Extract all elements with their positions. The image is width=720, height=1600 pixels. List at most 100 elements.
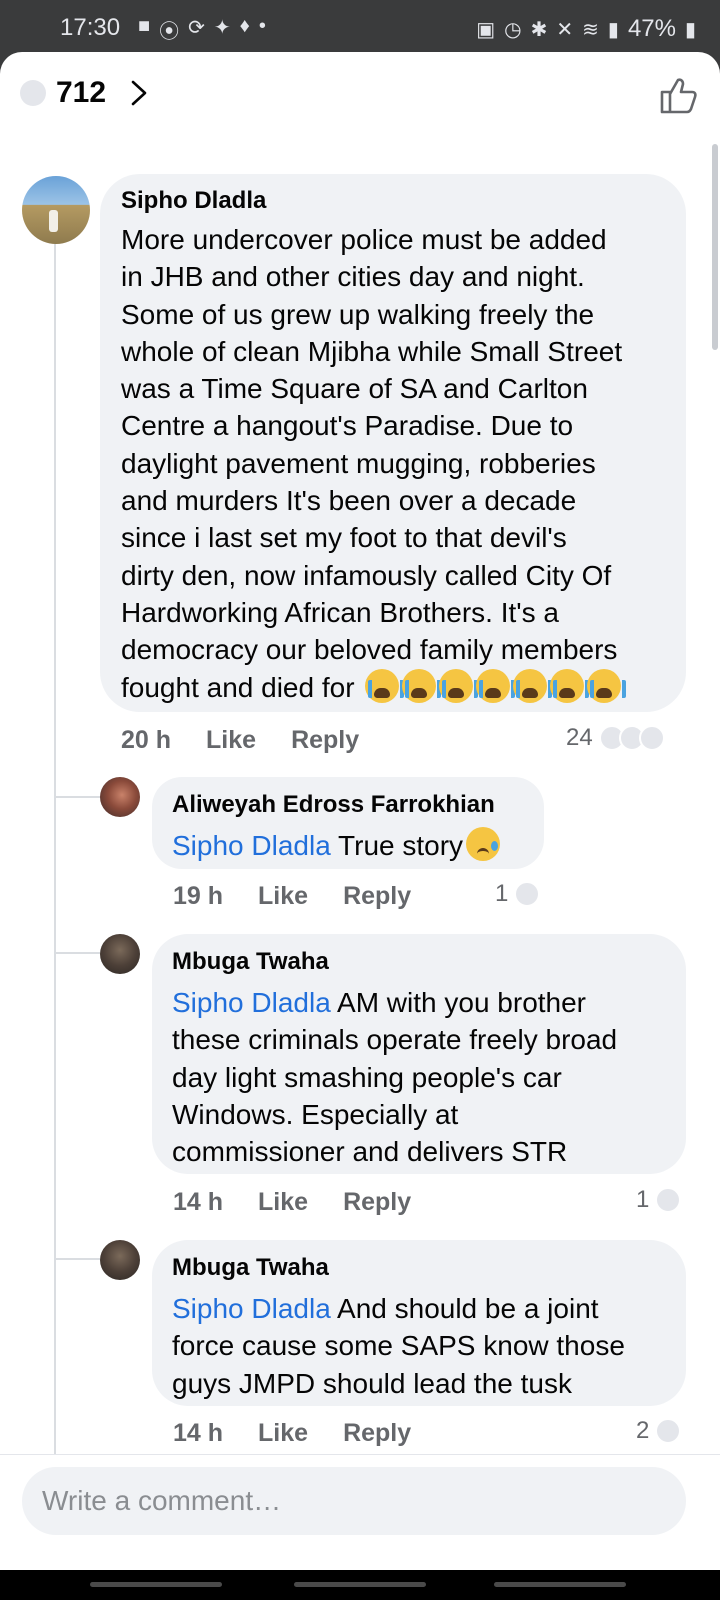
avatar[interactable] bbox=[100, 1240, 140, 1280]
comment-line-last: fought and died for bbox=[121, 668, 627, 706]
comment-time[interactable]: 20 h bbox=[121, 726, 171, 755]
reaction-icon bbox=[20, 80, 46, 106]
like-thumb-icon[interactable] bbox=[658, 74, 700, 116]
crying-emoji-icon bbox=[402, 668, 442, 703]
dot-icon: • bbox=[258, 15, 266, 37]
reaction-count[interactable]: 712 bbox=[56, 76, 106, 110]
comment-line: fought and died for bbox=[121, 671, 355, 703]
chevron-right-icon[interactable] bbox=[124, 78, 154, 108]
lock-icon: ▣ bbox=[476, 18, 496, 41]
reaction-summary[interactable]: 2 bbox=[636, 1417, 682, 1445]
crying-emoji-icon bbox=[587, 668, 627, 703]
reaction-summary[interactable]: 24 bbox=[566, 724, 665, 752]
battery-percent: 47% bbox=[627, 15, 676, 42]
comment-line: and murders It's been over a decade bbox=[121, 485, 577, 517]
reply-button[interactable]: Reply bbox=[291, 726, 359, 755]
status-bar: 17:30 ■ ⦿ ⟳ ✦ ♦ • ▣ ◷ ✱ ✕ ≋ ▮ 47% ▮ bbox=[0, 0, 720, 54]
reply-line: Sipho Dladla And should be a joint bbox=[172, 1290, 625, 1327]
avatar[interactable] bbox=[100, 777, 140, 817]
reaction-count: 1 bbox=[495, 880, 509, 907]
reply-actions: 14 h Like Reply bbox=[173, 1188, 446, 1217]
comment-text: More undercover police must be added in … bbox=[121, 221, 627, 706]
like-button[interactable]: Like bbox=[258, 1188, 308, 1217]
comment-line: in JHB and other cities day and night. bbox=[121, 261, 585, 293]
facebook-icon: ⦿ bbox=[159, 21, 180, 43]
reaction-icon bbox=[514, 881, 541, 907]
reaction-icon bbox=[638, 725, 665, 751]
comment-line: Hardworking African Brothers. It's a bbox=[121, 596, 559, 628]
reply-line: Sipho Dladla True story bbox=[172, 827, 501, 864]
reply-button[interactable]: Reply bbox=[343, 882, 411, 911]
avatar[interactable] bbox=[22, 176, 90, 244]
signal-icon: ▮ bbox=[607, 18, 619, 41]
reply-author[interactable]: Aliweyah Edross Farrokhian bbox=[172, 791, 495, 819]
crying-emoji-icon bbox=[513, 668, 553, 703]
reply-author[interactable]: Mbuga Twaha bbox=[172, 1254, 329, 1282]
reply-bubble: Mbuga Twaha Sipho Dladla And should be a… bbox=[152, 1240, 686, 1406]
status-system-icons: ▣ ◷ ✱ ✕ ≋ ▮ 47% ▮ bbox=[476, 15, 696, 43]
thread-branch bbox=[54, 1258, 100, 1260]
crying-emoji-icon bbox=[550, 668, 590, 703]
comments-sheet: 712 Sipho Dladla More undercover police … bbox=[0, 52, 720, 1570]
reply-time[interactable]: 14 h bbox=[173, 1188, 223, 1217]
thread-branch bbox=[54, 952, 100, 954]
comment-line: since i last set my foot to that devil's bbox=[121, 522, 567, 554]
reply-author[interactable]: Mbuga Twaha bbox=[172, 948, 329, 976]
reply-text: Sipho Dladla True story bbox=[172, 827, 501, 864]
like-button[interactable]: Like bbox=[258, 882, 308, 911]
like-button[interactable]: Like bbox=[258, 1419, 308, 1448]
back-button[interactable] bbox=[494, 1582, 626, 1587]
system-nav-bar bbox=[0, 1570, 720, 1600]
reply-line: Sipho Dladla AM with you brother bbox=[172, 984, 617, 1021]
reply-text: Sipho Dladla And should be a joint force… bbox=[172, 1290, 625, 1402]
wifi-icon: ≋ bbox=[582, 18, 599, 41]
comment-composer bbox=[0, 1454, 720, 1570]
reply-text: Sipho Dladla AM with you brother these c… bbox=[172, 984, 617, 1170]
reply-bubble: Mbuga Twaha Sipho Dladla AM with you bro… bbox=[152, 934, 686, 1174]
reaction-count: 24 bbox=[566, 724, 593, 751]
avatar[interactable] bbox=[100, 934, 140, 974]
reply-time[interactable]: 19 h bbox=[173, 882, 223, 911]
reaction-icon bbox=[655, 1418, 682, 1444]
comment-input[interactable] bbox=[22, 1467, 686, 1535]
reaction-icon bbox=[655, 1187, 682, 1213]
reply-actions: 14 h Like Reply bbox=[173, 1419, 446, 1448]
thread-branch bbox=[54, 796, 100, 798]
recents-button[interactable] bbox=[90, 1582, 222, 1587]
comment-line: More undercover police must be added bbox=[121, 224, 607, 255]
reaction-count: 1 bbox=[636, 1186, 650, 1213]
battery-icon: ▮ bbox=[684, 18, 696, 41]
reaction-count: 2 bbox=[636, 1417, 650, 1444]
reply-line: day light smashing people's car bbox=[172, 1061, 562, 1093]
mention-link[interactable]: Sipho Dladla bbox=[172, 830, 331, 861]
mute-icon: ✕ bbox=[556, 18, 574, 41]
comment-actions: 20 h Like Reply bbox=[121, 726, 394, 755]
comment-line: Some of us grew up walking freely the bbox=[121, 298, 595, 330]
home-button[interactable] bbox=[294, 1582, 426, 1587]
reply-line: Windows. Especially at bbox=[172, 1098, 459, 1130]
reply-time[interactable]: 14 h bbox=[173, 1419, 223, 1448]
status-time: 17:30 bbox=[60, 14, 121, 41]
reply-line: force cause some SAPS know those bbox=[172, 1330, 625, 1362]
reply-button[interactable]: Reply bbox=[343, 1419, 411, 1448]
sync-icon: ⟳ bbox=[188, 17, 205, 39]
comment-line: Centre a hangout's Paradise. Due to bbox=[121, 410, 574, 442]
comment-line: dirty den, now infamously called City Of bbox=[121, 559, 612, 591]
comment-line: daylight pavement mugging, robberies bbox=[121, 447, 596, 479]
alarm-icon: ◷ bbox=[504, 18, 522, 41]
crying-emoji-icon bbox=[439, 668, 479, 703]
sad-tear-emoji-icon bbox=[466, 827, 501, 861]
comment-author[interactable]: Sipho Dladla bbox=[121, 187, 266, 215]
scrollbar[interactable] bbox=[712, 144, 718, 350]
comment-bubble: Sipho Dladla More undercover police must… bbox=[100, 174, 686, 712]
mention-link[interactable]: Sipho Dladla bbox=[172, 987, 331, 1018]
crying-emoji-icon bbox=[476, 668, 516, 703]
comment-line: was a Time Square of SA and Carlton bbox=[121, 373, 588, 405]
mention-link[interactable]: Sipho Dladla bbox=[172, 1293, 331, 1324]
reply-bubble: Aliweyah Edross Farrokhian Sipho Dladla … bbox=[152, 777, 544, 869]
like-button[interactable]: Like bbox=[206, 726, 256, 755]
comment-line: whole of clean Mjibha while Small Street bbox=[121, 335, 623, 367]
reply-button[interactable]: Reply bbox=[343, 1188, 411, 1217]
reaction-summary[interactable]: 1 bbox=[636, 1186, 682, 1214]
reaction-summary[interactable]: 1 bbox=[495, 880, 541, 908]
